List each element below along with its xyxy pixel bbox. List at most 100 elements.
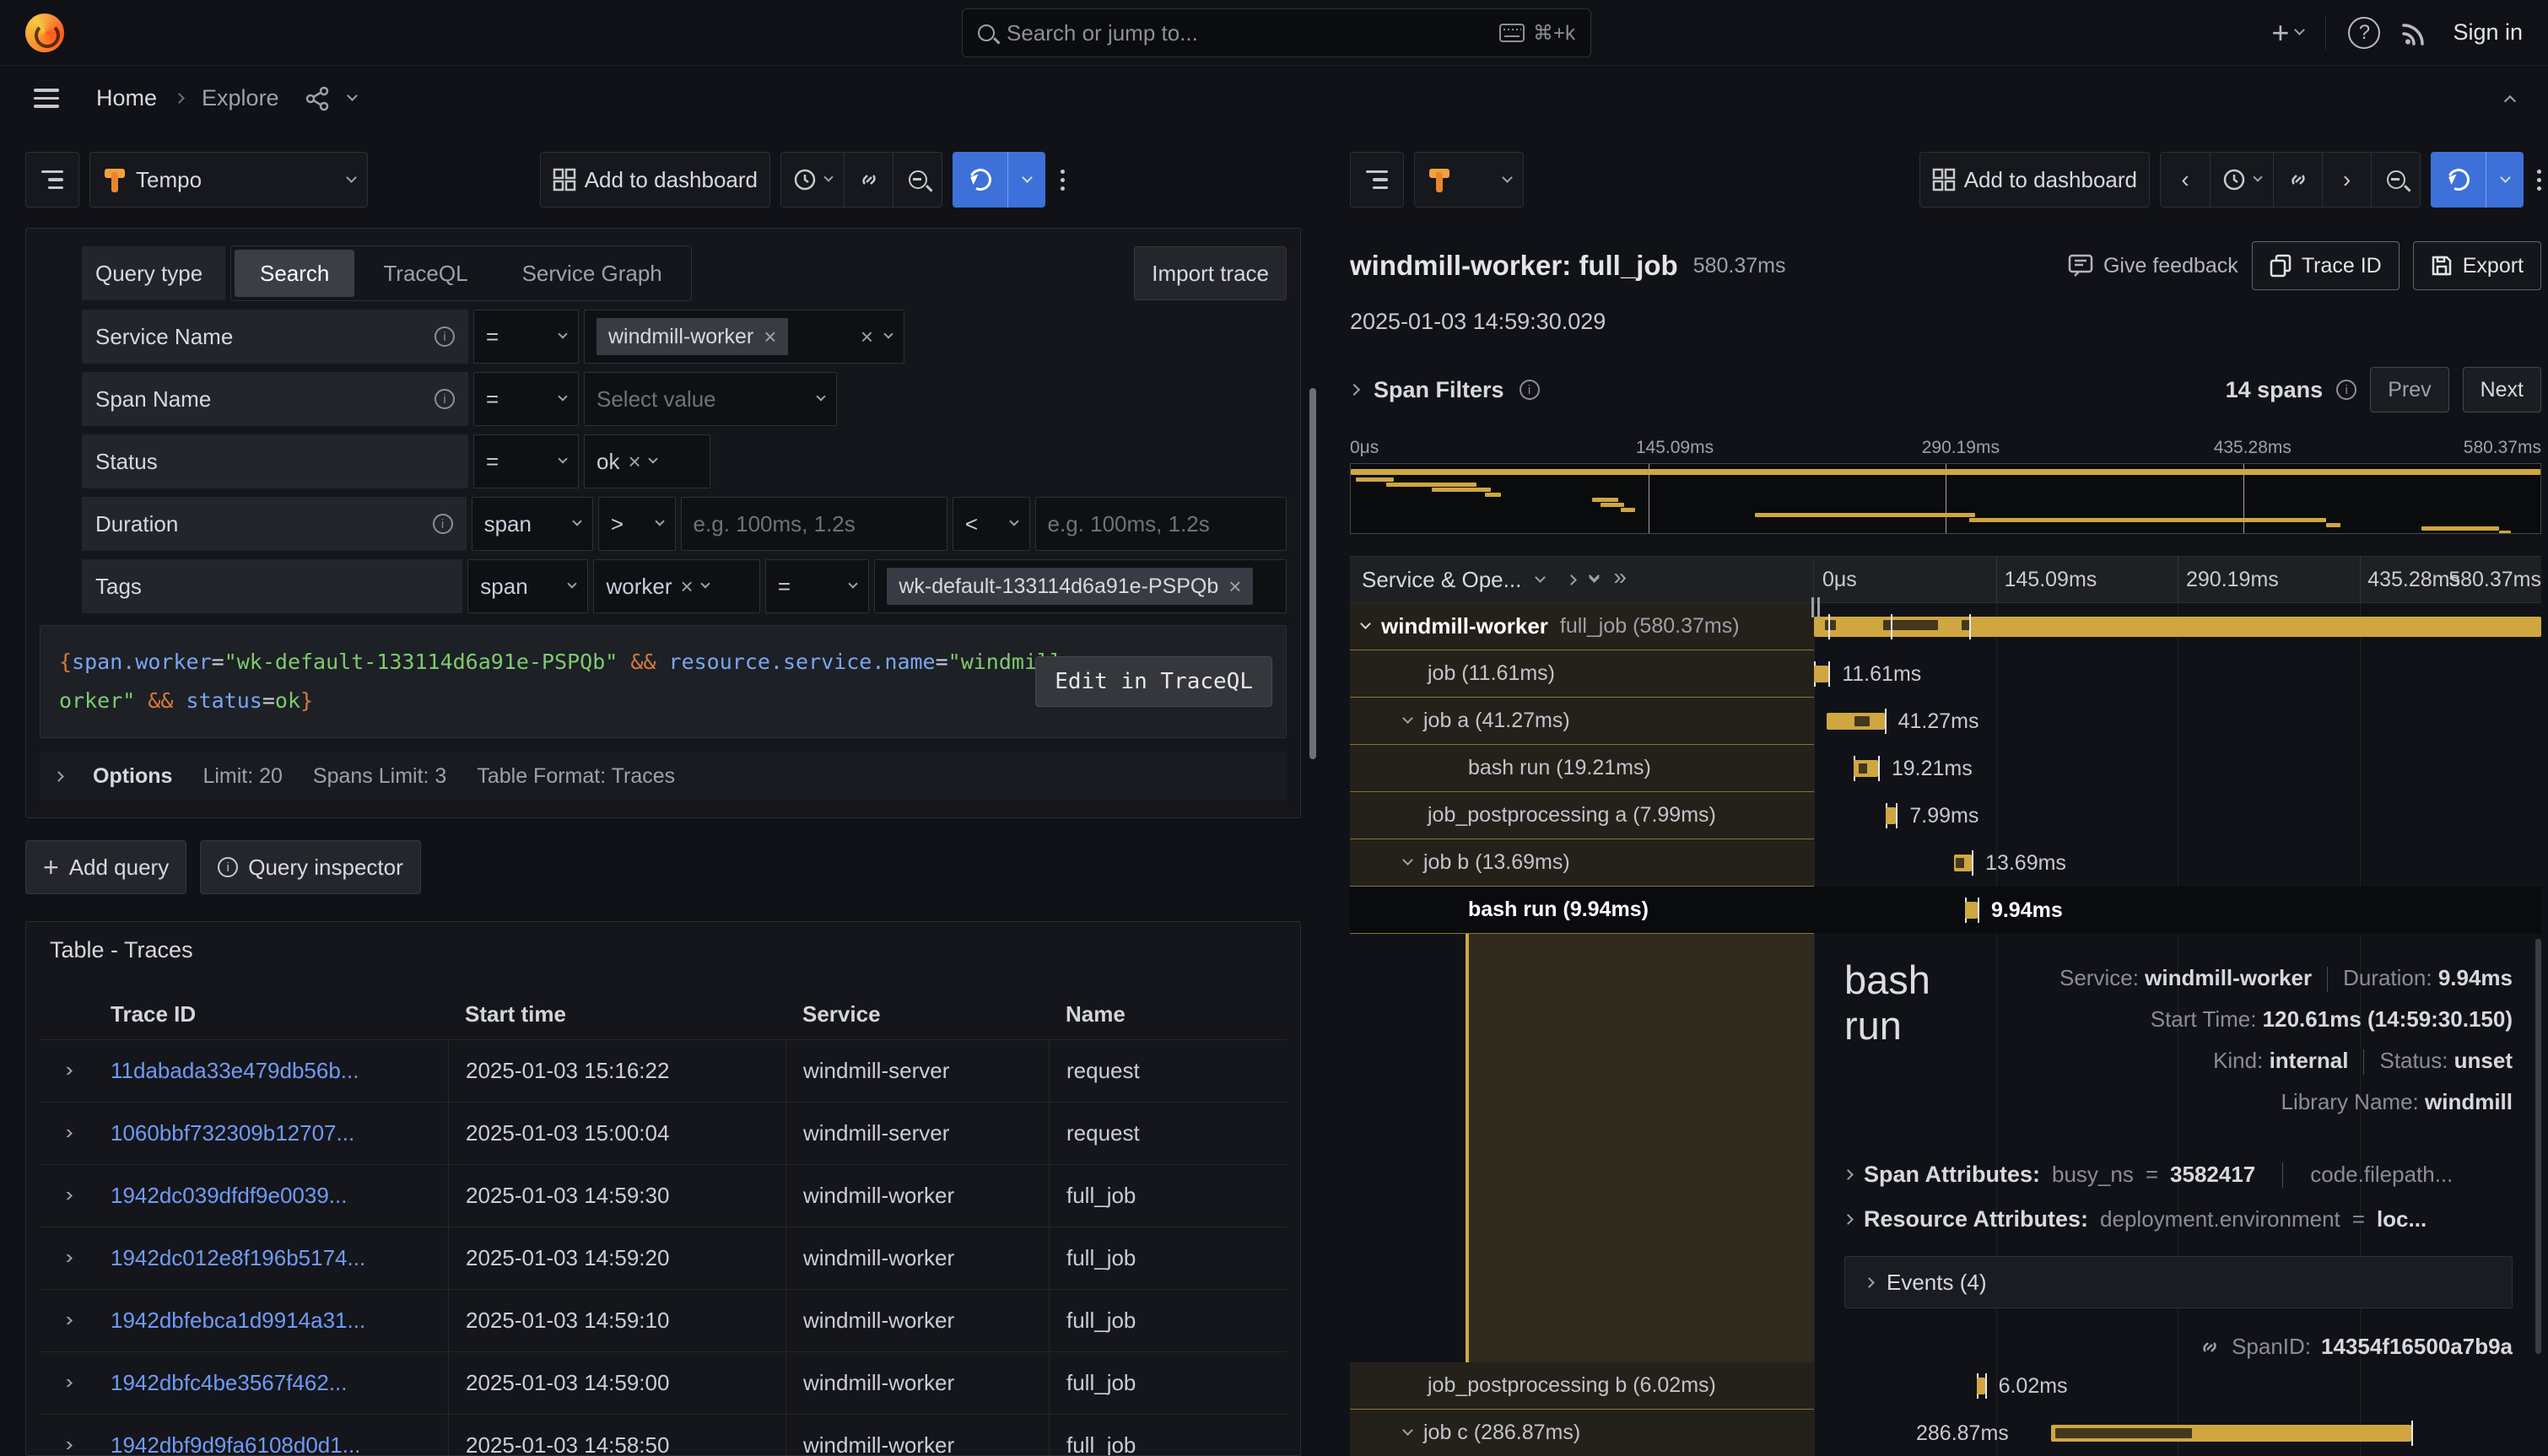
collapse-panel-icon[interactable] <box>2504 94 2516 106</box>
expand-icon[interactable] <box>1844 1169 1854 1180</box>
pane-kebab-menu[interactable] <box>2537 170 2541 191</box>
events-section[interactable]: Events (4) <box>1844 1256 2513 1308</box>
trace-id-link[interactable]: 1942dbf9d9fa6108d0d1... <box>111 1432 360 1456</box>
add-new-button[interactable]: + <box>2271 15 2303 51</box>
query-outline-button[interactable] <box>1350 152 1404 208</box>
col-trace-id[interactable]: Trace ID <box>94 1001 448 1027</box>
trace-id-link[interactable]: 1942dbfebca1d9914a31... <box>111 1308 365 1333</box>
tab-service-graph[interactable]: Service Graph <box>497 250 688 297</box>
clear-icon[interactable]: × <box>861 324 873 350</box>
span-row[interactable]: job_postprocessing b (6.02ms) 6.02ms <box>1350 1362 2541 1410</box>
duration-gt-operator-select[interactable]: > <box>598 497 676 551</box>
span-bar[interactable] <box>1965 902 1978 919</box>
expand-row-icon[interactable] <box>62 1192 73 1200</box>
span-filters-title[interactable]: Span Filters <box>1374 377 1504 403</box>
time-picker-button[interactable] <box>781 153 844 207</box>
trace-id-link[interactable]: 1942dc012e8f196b5174... <box>111 1245 365 1270</box>
collapse-all-icon[interactable] <box>1590 578 1598 581</box>
tags-key-select[interactable]: worker× <box>593 559 759 613</box>
grafana-logo-icon[interactable] <box>25 13 64 52</box>
column-sort-chevron-icon[interactable] <box>1535 572 1546 583</box>
expand-row-icon[interactable] <box>62 1067 73 1075</box>
minimap-canvas[interactable] <box>1350 463 2541 534</box>
expand-row-icon[interactable] <box>62 1442 73 1449</box>
service-name-value-select[interactable]: windmill-worker× × <box>584 310 904 364</box>
span-bar[interactable] <box>1886 807 1896 824</box>
prev-span-button[interactable]: Prev <box>2370 367 2448 413</box>
add-to-dashboard-button[interactable]: Add to dashboard <box>540 152 770 208</box>
expand-all-icon[interactable]: » <box>1613 564 1627 590</box>
share-icon[interactable] <box>305 86 330 111</box>
duration-lt-operator-select[interactable]: < <box>953 497 1030 551</box>
trace-id-link[interactable]: 11dabada33e479db56b... <box>111 1058 359 1083</box>
breadcrumb-actions-chevron-icon[interactable] <box>347 90 358 101</box>
service-name-chip[interactable]: windmill-worker× <box>597 318 788 355</box>
expand-icon[interactable] <box>1844 1214 1854 1225</box>
duration-max-input[interactable]: e.g. 100ms, 1.2s <box>1035 497 1287 551</box>
status-value-select[interactable]: ok× <box>584 434 710 488</box>
span-bar[interactable] <box>1954 855 1972 871</box>
query-outline-button[interactable] <box>25 152 79 208</box>
query-options-row[interactable]: Options Limit: 20 Spans Limit: 3 Table F… <box>40 752 1287 801</box>
status-operator-select[interactable]: = <box>473 434 579 488</box>
span-filters-expand-icon[interactable] <box>1348 384 1360 396</box>
resource-attributes-row[interactable]: Resource Attributes: deployment.environm… <box>1844 1206 2513 1232</box>
span-bar[interactable] <box>1814 666 1828 682</box>
trace-id-link[interactable]: 1942dc039dfdf9e0039... <box>111 1183 347 1208</box>
detail-scrollbar[interactable] <box>2535 939 2541 1354</box>
tags-operator-select[interactable]: = <box>765 559 870 613</box>
trace-id-button[interactable]: Trace ID <box>2252 241 2400 290</box>
add-query-button[interactable]: +Add query <box>25 840 186 894</box>
run-query-button[interactable] <box>2431 152 2524 208</box>
span-row[interactable]: job (11.61ms) 11.61ms <box>1350 650 2541 698</box>
trace-id-link[interactable]: 1942dbfc4be3567f462... <box>111 1370 347 1395</box>
shift-time-forward-button[interactable]: › <box>2322 153 2371 207</box>
span-row[interactable]: job c (286.87ms) 286.87ms <box>1350 1410 2541 1456</box>
expand-row-icon[interactable] <box>62 1317 73 1324</box>
span-bar[interactable] <box>1854 760 1877 777</box>
export-button[interactable]: Export <box>2413 241 2541 290</box>
expand-row-icon[interactable] <box>62 1130 73 1137</box>
help-icon[interactable]: ? <box>2348 17 2380 49</box>
datasource-picker[interactable] <box>1414 152 1524 208</box>
tags-value-select[interactable]: wk-default-133114d6a91e-PSPQb× <box>874 559 1287 613</box>
menu-icon[interactable] <box>34 89 59 108</box>
trace-id-link[interactable]: 1060bbf732309b12707... <box>111 1120 354 1146</box>
col-service[interactable]: Service <box>785 1001 1049 1027</box>
span-row[interactable]: job b (13.69ms) 13.69ms <box>1350 839 2541 887</box>
clear-icon[interactable]: × <box>681 574 694 600</box>
link-icon[interactable] <box>2198 1335 2221 1359</box>
span-name-operator-select[interactable]: = <box>473 372 579 426</box>
span-row-selected[interactable]: bash run (9.94ms) 9.94ms <box>1350 887 2541 934</box>
service-operation-column-header[interactable]: Service & Ope... <box>1362 567 1521 593</box>
span-row[interactable]: bash run (19.21ms) 19.21ms <box>1350 745 2541 792</box>
shift-time-back-button[interactable]: ‹ <box>2161 153 2210 207</box>
tab-search[interactable]: Search <box>235 250 354 297</box>
expand-icon[interactable] <box>1864 1277 1875 1288</box>
breadcrumb-home[interactable]: Home <box>96 85 157 111</box>
collapse-span-icon[interactable] <box>1360 618 1371 629</box>
span-bar[interactable] <box>1977 1378 1984 1394</box>
tags-value-chip[interactable]: wk-default-133114d6a91e-PSPQb× <box>887 568 1253 605</box>
tags-scope-select[interactable]: span <box>467 559 588 613</box>
collapse-span-icon[interactable] <box>1402 1425 1413 1436</box>
collapse-one-icon[interactable] <box>1566 574 1577 585</box>
expand-row-icon[interactable] <box>62 1254 73 1262</box>
sign-in-button[interactable]: Sign in <box>2453 19 2523 46</box>
clear-icon[interactable]: × <box>628 449 640 475</box>
options-expand-icon[interactable] <box>53 771 64 782</box>
query-inspector-button[interactable]: iQuery inspector <box>200 840 421 894</box>
import-trace-button[interactable]: Import trace <box>1134 246 1287 300</box>
edit-in-traceql-button[interactable]: Edit in TraceQL <box>1035 656 1272 707</box>
span-bar[interactable] <box>2051 1425 2411 1442</box>
tab-traceql[interactable]: TraceQL <box>358 250 493 297</box>
zoom-out-button[interactable] <box>2371 153 2420 207</box>
span-row[interactable]: job a (41.27ms) 41.27ms <box>1350 698 2541 745</box>
datasource-picker[interactable]: Tempo <box>89 152 368 208</box>
duration-min-input[interactable]: e.g. 100ms, 1.2s <box>681 497 947 551</box>
time-picker-button[interactable] <box>2210 153 2273 207</box>
duration-scope-select[interactable]: span <box>472 497 593 551</box>
give-feedback-button[interactable]: Give feedback <box>2068 254 2238 278</box>
column-resize-handle[interactable] <box>1811 597 1820 617</box>
col-name[interactable]: Name <box>1049 1001 1287 1027</box>
